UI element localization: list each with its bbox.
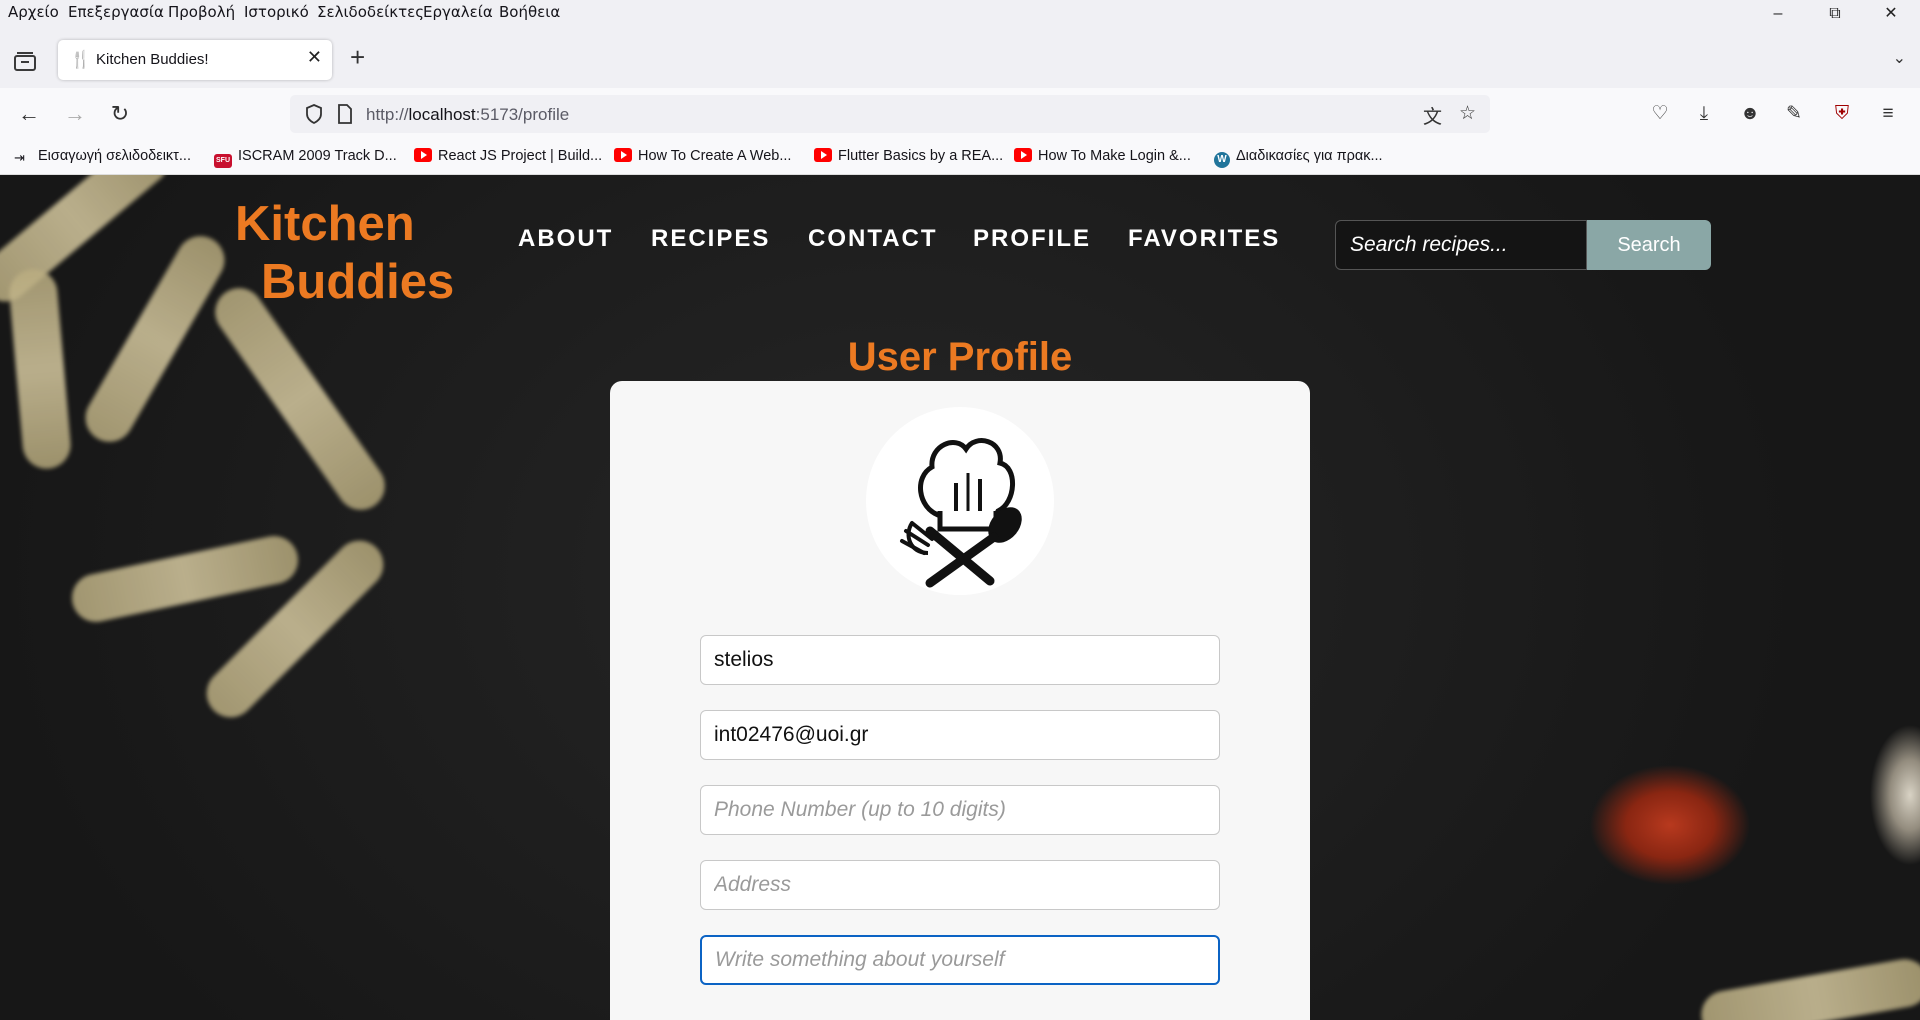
background-pasta — [205, 278, 395, 520]
nav-profile[interactable]: PROFILE — [973, 225, 1091, 253]
youtube-icon — [1014, 148, 1032, 162]
site-logo[interactable]: Kitchen Buddies — [235, 195, 454, 311]
avatar[interactable] — [866, 407, 1054, 595]
fork-knife-icon: 🍴 — [70, 50, 92, 69]
about-field[interactable] — [700, 935, 1220, 985]
bookmark-item[interactable]: SFU ISCRAM 2009 Track D... — [214, 148, 397, 168]
sfu-icon: SFU — [214, 154, 232, 168]
url-text: http://localhost:5173/profile — [366, 105, 570, 124]
restore-icon[interactable]: ⧉ — [1812, 2, 1858, 28]
page-info-icon[interactable] — [336, 103, 354, 125]
hamburger-menu-icon[interactable]: ≡ — [1874, 100, 1902, 128]
youtube-icon — [414, 148, 432, 162]
menu-file[interactable]: Αρχείο — [8, 3, 59, 21]
nav-recipes[interactable]: RECIPES — [651, 225, 770, 253]
minimize-icon[interactable]: – — [1755, 2, 1801, 28]
menu-bar: Αρχείο Επεξεργασία Προβολή Ιστορικό Σελι… — [0, 0, 1920, 26]
tab-title: Kitchen Buddies! — [96, 51, 209, 68]
search-input[interactable] — [1335, 220, 1587, 270]
search-button[interactable]: Search — [1587, 220, 1711, 270]
page-content: Kitchen Buddies ABOUT RECIPES CONTACT PR… — [0, 175, 1920, 1020]
menu-bookmarks[interactable]: Σελιδοδείκτες — [317, 3, 424, 21]
youtube-icon — [814, 148, 832, 162]
download-icon[interactable]: ⤓ — [1690, 100, 1718, 128]
reload-icon[interactable]: ↻ — [105, 100, 135, 128]
bookmark-item[interactable]: ⇥ Εισαγωγή σελιδοδεικτ... — [14, 148, 191, 165]
menu-history[interactable]: Ιστορικό — [244, 3, 309, 21]
shield-icon[interactable] — [304, 103, 324, 125]
email-field[interactable] — [700, 710, 1220, 760]
ublock-icon[interactable]: ⛨ — [1828, 100, 1856, 128]
menu-view[interactable]: Προβολή — [168, 3, 235, 21]
address-bar[interactable]: http://localhost:5173/profile 文 ☆ — [290, 95, 1490, 133]
menu-edit[interactable]: Επεξεργασία — [68, 3, 164, 21]
bookmark-item[interactable]: How To Make Login &... — [1014, 148, 1191, 164]
tab-kitchen-buddies[interactable]: 🍴 Kitchen Buddies! ✕ — [58, 40, 332, 80]
tab-list-icon[interactable] — [12, 50, 38, 72]
bookmark-item[interactable]: Flutter Basics by a REA... — [814, 148, 1003, 164]
import-icon: ⇥ — [14, 150, 25, 165]
new-tab-icon[interactable]: + — [350, 42, 365, 73]
logo-line-1: Kitchen — [235, 197, 415, 251]
extensions-icon[interactable]: ✎ — [1780, 100, 1808, 128]
recipe-search: Search — [1335, 220, 1711, 270]
pocket-icon[interactable]: ♡ — [1646, 100, 1674, 128]
logo-line-2: Buddies — [261, 255, 455, 309]
close-tab-icon[interactable]: ✕ — [307, 47, 322, 68]
menu-tools[interactable]: Εργαλεία — [423, 3, 493, 21]
star-icon[interactable]: ☆ — [1459, 102, 1476, 125]
chevron-down-icon[interactable]: ⌄ — [1893, 48, 1906, 68]
translate-icon[interactable]: 文 — [1423, 102, 1442, 129]
background-pasta — [1697, 955, 1920, 1020]
nav-contact[interactable]: CONTACT — [808, 225, 938, 253]
menu-help[interactable]: Βοήθεια — [499, 3, 560, 21]
profile-card — [610, 381, 1310, 1020]
bookmark-item[interactable]: React JS Project | Build... — [414, 148, 602, 164]
navigation-toolbar: ← → ↻ http://localhost:5173/profile 文 ☆ … — [0, 88, 1920, 140]
phone-field[interactable] — [700, 785, 1220, 835]
bookmarks-bar: ⇥ Εισαγωγή σελιδοδεικτ... SFU ISCRAM 2009 … — [0, 140, 1920, 175]
back-icon[interactable]: ← — [14, 100, 44, 128]
youtube-icon — [614, 148, 632, 162]
username-field[interactable] — [700, 635, 1220, 685]
nav-about[interactable]: ABOUT — [518, 225, 613, 253]
forward-icon[interactable]: → — [60, 100, 90, 128]
address-field[interactable] — [700, 860, 1220, 910]
background-pasta — [67, 531, 303, 627]
bookmark-item[interactable]: How To Create A Web... — [614, 148, 791, 164]
tab-bar: 🍴 Kitchen Buddies! ✕ + ⌄ — [0, 26, 1920, 88]
close-window-icon[interactable]: ✕ — [1868, 2, 1914, 28]
page-title: User Profile — [847, 335, 1073, 379]
account-icon[interactable]: ☻ — [1736, 100, 1764, 128]
wordpress-icon: W — [1214, 152, 1230, 168]
chef-hat-utensils-icon — [900, 438, 1022, 588]
nav-favorites[interactable]: FAVORITES — [1128, 225, 1280, 253]
bookmark-item[interactable]: W Διαδικασίες για πρακ... — [1214, 148, 1383, 168]
